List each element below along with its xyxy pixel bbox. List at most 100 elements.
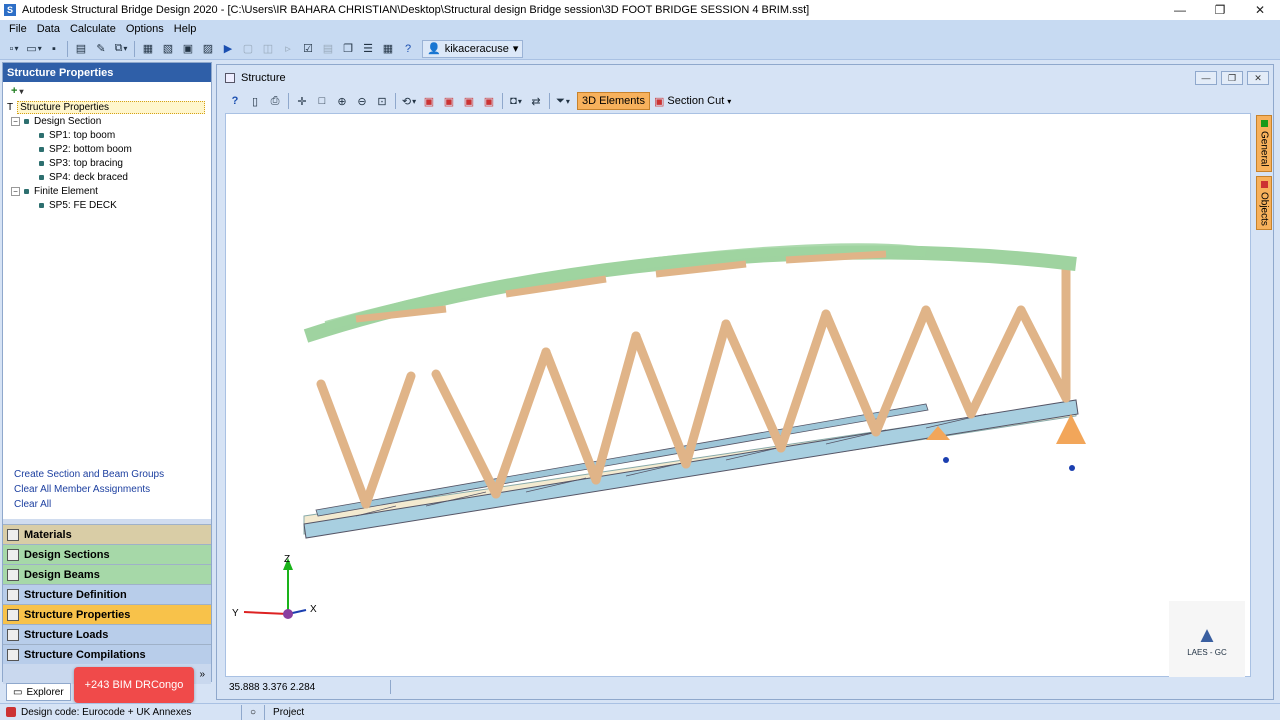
preview-icon[interactable]: ▯ [246, 92, 264, 110]
report-icon[interactable]: ▤ [72, 40, 90, 58]
maximize-button[interactable]: ❐ [1200, 0, 1240, 20]
clear-all-link[interactable]: Clear All [14, 499, 164, 514]
zoom-window-icon[interactable]: □ [313, 92, 331, 110]
zoom-out-icon[interactable]: ⊖ [353, 92, 371, 110]
toolbar-separator [134, 40, 135, 57]
nav-label: Structure Definition [24, 588, 127, 601]
zoom-in-icon[interactable]: ⊕ [333, 92, 351, 110]
nav-materials[interactable]: Materials [3, 524, 211, 544]
chart-icon[interactable]: ▨ [199, 40, 217, 58]
bottom-boom [303, 399, 1079, 539]
project-status[interactable]: Project [264, 704, 312, 720]
toolbar-separator [288, 93, 289, 109]
open-folder-icon[interactable]: ▭ [25, 40, 43, 58]
menu-file[interactable]: File [4, 23, 32, 35]
table-icon[interactable]: ▦ [379, 40, 397, 58]
pan-icon[interactable]: ✛ [293, 92, 311, 110]
tree-item[interactable]: SP5: FE DECK [7, 198, 211, 212]
grid-icon[interactable]: ▦ [139, 40, 157, 58]
tree-item-label: SP5: FE DECK [49, 199, 117, 211]
model-icon[interactable]: ▣ [179, 40, 197, 58]
section-icon [39, 202, 44, 208]
collapse-icon[interactable]: − [11, 116, 20, 126]
section-cut-button[interactable]: ▣ Section Cut ▾ [650, 92, 735, 110]
menu-calculate[interactable]: Calculate [65, 23, 121, 35]
nav-label: Materials [24, 528, 72, 541]
tree-group[interactable]: − Design Section [7, 114, 211, 128]
child-close-button[interactable]: ✕ [1247, 71, 1269, 85]
3d-viewport[interactable]: Z Y X ▲ LAES - GC [225, 113, 1251, 677]
view-front-icon[interactable]: ▣ [420, 92, 438, 110]
refresh-icon[interactable]: ⇄ [527, 92, 545, 110]
collapse-icon[interactable]: − [11, 186, 20, 196]
tree-item[interactable]: SP1: top boom [7, 128, 211, 142]
filter-icon[interactable]: ⏷ [554, 92, 572, 110]
camera-icon[interactable]: ◘ [507, 92, 525, 110]
help-icon[interactable]: ? [226, 92, 244, 110]
objects-icon [1260, 180, 1268, 188]
menu-help[interactable]: Help [169, 23, 202, 35]
structure-window-title: Structure [217, 65, 1273, 90]
print-icon[interactable]: ⎙ [266, 92, 284, 110]
view-iso-icon[interactable]: ▣ [480, 92, 498, 110]
child-minimize-button[interactable]: — [1195, 71, 1217, 85]
user-dropdown[interactable]: 👤 kikaceracuse ▾ [422, 39, 524, 58]
nav-design-beams[interactable]: Design Beams [3, 564, 211, 584]
side-tab-objects[interactable]: Objects [1256, 175, 1272, 231]
nav-structure-properties[interactable]: Structure Properties [3, 604, 211, 624]
side-tabs: General Objects [1256, 115, 1272, 234]
toolbar-separator [395, 93, 396, 109]
loads-icon [7, 628, 19, 641]
logo-text: LAES - GC [1187, 647, 1227, 657]
rotate-icon[interactable]: ⟲ [400, 92, 418, 110]
support-node [1069, 465, 1075, 471]
view-top-icon[interactable]: ▣ [460, 92, 478, 110]
create-groups-link[interactable]: Create Section and Beam Groups [14, 469, 164, 484]
copy-icon[interactable]: ❐ [339, 40, 357, 58]
general-icon [1260, 120, 1268, 127]
tree-group[interactable]: − Finite Element [7, 184, 211, 198]
tree-root[interactable]: T Structure Properties [7, 100, 211, 114]
nav-structure-compilations[interactable]: Structure Compilations [3, 644, 211, 664]
clear-assignments-link[interactable]: Clear All Member Assignments [14, 484, 164, 499]
save-icon[interactable]: ▪ [45, 40, 63, 58]
nav-label: Structure Loads [24, 628, 109, 641]
structure-toolbar: ? ▯ ⎙ ✛ □ ⊕ ⊖ ⊡ ⟲ ▣ ▣ ▣ ▣ ◘ ⇄ ⏷ 3D Eleme… [217, 90, 1273, 112]
explorer-tab-label: Explorer [26, 686, 64, 698]
help-icon[interactable]: ? [399, 40, 417, 58]
tree-item[interactable]: SP2: bottom boom [7, 142, 211, 156]
edit-list-icon[interactable]: ☰ [359, 40, 377, 58]
nav-design-sections[interactable]: Design Sections [3, 544, 211, 564]
view-side-icon[interactable]: ▣ [440, 92, 458, 110]
chevron-right-icon: » [199, 668, 205, 680]
materials-icon [7, 528, 19, 541]
close-button[interactable]: ✕ [1240, 0, 1280, 20]
attach-icon[interactable]: ✎ [92, 40, 110, 58]
nav-structure-loads[interactable]: Structure Loads [3, 624, 211, 644]
nav-structure-definition[interactable]: Structure Definition [3, 584, 211, 604]
hatch-icon[interactable]: ▧ [159, 40, 177, 58]
side-tab-general[interactable]: General [1256, 115, 1272, 172]
section-icon [39, 132, 44, 138]
new-file-icon[interactable]: ▫ [5, 40, 23, 58]
design-code-text: Design code: Eurocode + UK Annexes [21, 706, 192, 718]
tree-item[interactable]: SP4: deck braced [7, 170, 211, 184]
add-property-button[interactable]: + ▾ [3, 82, 211, 100]
run-icon[interactable]: ▶ [219, 40, 237, 58]
structure-window-controls: — ❐ ✕ [1195, 71, 1269, 85]
zoom-extents-icon[interactable]: ⊡ [373, 92, 391, 110]
x-axis-label: X [310, 604, 317, 615]
export-icon[interactable]: ⧉ [112, 40, 130, 58]
menu-options[interactable]: Options [121, 23, 169, 35]
3d-elements-button[interactable]: 3D Elements [577, 92, 650, 110]
explorer-tab[interactable]: ▭ Explorer [6, 683, 71, 701]
check-icon[interactable]: ☑ [299, 40, 317, 58]
minimize-button[interactable]: — [1160, 0, 1200, 20]
window-controls: — ❐ ✕ [1160, 0, 1280, 20]
tree-item[interactable]: SP3: top bracing [7, 156, 211, 170]
status-indicator: ○ [241, 704, 264, 720]
coordinate-bar: 35.888 3.376 2.284 [225, 679, 1251, 695]
menu-data[interactable]: Data [32, 23, 65, 35]
child-restore-button[interactable]: ❐ [1221, 71, 1243, 85]
compilations-icon [7, 648, 19, 661]
